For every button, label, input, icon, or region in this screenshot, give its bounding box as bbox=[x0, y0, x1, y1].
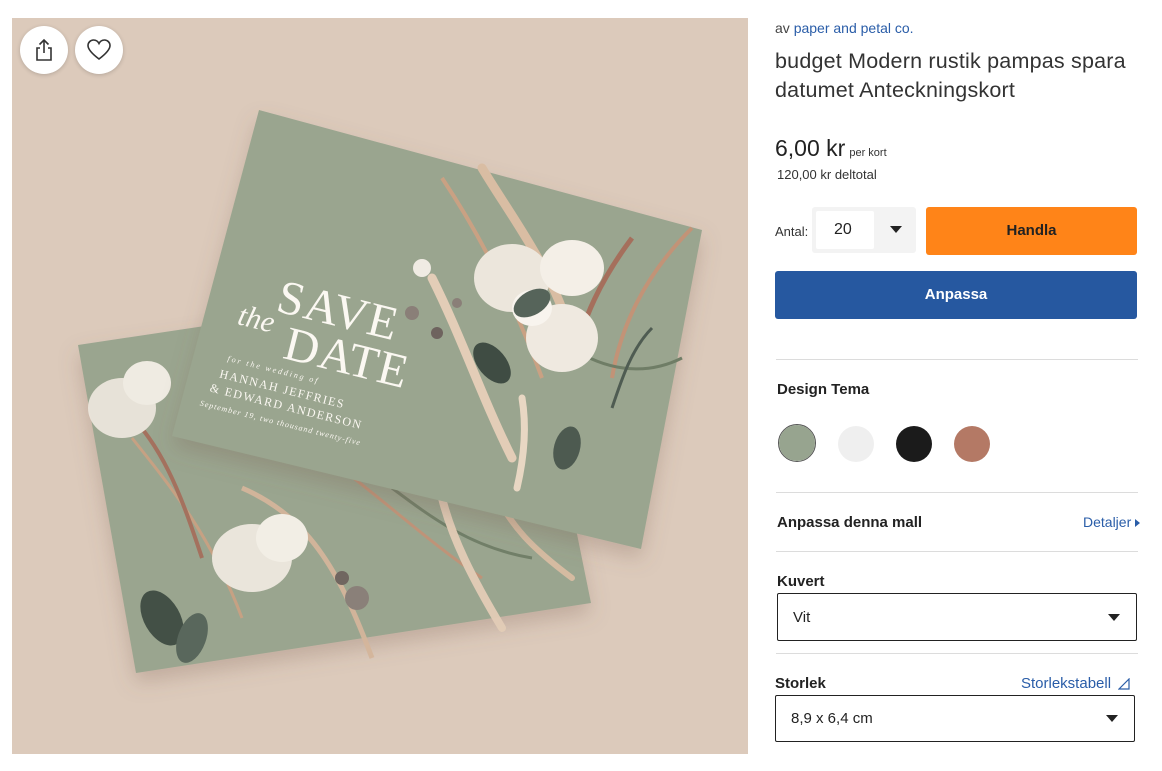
swatch-light-gray[interactable] bbox=[838, 426, 874, 462]
template-label: Anpassa denna mall bbox=[777, 514, 923, 531]
product-image[interactable]: SAVE the DATE for the wedding of HANNAH … bbox=[12, 18, 748, 754]
size-chart-link[interactable]: Storlekstabell bbox=[1021, 675, 1130, 692]
brand-prefix: av bbox=[775, 20, 790, 36]
buy-button[interactable]: Handla bbox=[926, 207, 1137, 255]
size-chart-label[interactable]: Storlekstabell bbox=[1021, 675, 1111, 692]
price-unit: per kort bbox=[849, 147, 887, 159]
size-select[interactable]: 8,9 x 6,4 cm bbox=[775, 695, 1135, 742]
caret-right-icon bbox=[1135, 519, 1141, 528]
details-link[interactable]: Detaljer bbox=[1083, 514, 1141, 530]
envelope-select[interactable]: Vit bbox=[777, 593, 1137, 641]
divider bbox=[776, 359, 1138, 360]
price-value: 6,00 kr bbox=[775, 135, 846, 161]
chevron-down-icon[interactable] bbox=[890, 226, 902, 233]
divider bbox=[776, 653, 1138, 654]
chevron-down-icon bbox=[1106, 715, 1118, 722]
swatch-sage[interactable] bbox=[779, 425, 815, 461]
size-value: 8,9 x 6,4 cm bbox=[791, 710, 873, 727]
size-label: Storlek bbox=[775, 675, 826, 692]
swatch-terracotta[interactable] bbox=[954, 426, 990, 462]
chevron-down-icon bbox=[1108, 614, 1120, 621]
design-theme-label: Design Tema bbox=[777, 381, 870, 398]
quantity-select[interactable]: 20 bbox=[812, 207, 916, 253]
quantity-label: Antal: bbox=[775, 224, 809, 239]
divider bbox=[776, 492, 1138, 493]
subtotal: 120,00 kr deltotal bbox=[777, 167, 877, 182]
card-illustration: SAVE the DATE for the wedding of HANNAH … bbox=[78, 110, 702, 673]
details-link-label[interactable]: Detaljer bbox=[1083, 514, 1131, 530]
share-icon bbox=[36, 38, 52, 61]
product-title: budget Modern rustik pampas spara datume… bbox=[775, 49, 1126, 102]
brand-link[interactable]: paper and petal co. bbox=[794, 20, 914, 36]
heart-icon bbox=[87, 39, 111, 61]
price: 6,00 kr per kort bbox=[775, 135, 887, 162]
ruler-icon bbox=[1117, 677, 1130, 690]
envelope-label: Kuvert bbox=[777, 573, 825, 590]
share-button[interactable] bbox=[20, 26, 68, 74]
quantity-value[interactable]: 20 bbox=[816, 211, 874, 249]
divider bbox=[776, 551, 1138, 552]
customize-button[interactable]: Anpassa bbox=[775, 271, 1137, 319]
favorite-button[interactable] bbox=[75, 26, 123, 74]
brand-line: av paper and petal co. bbox=[775, 20, 914, 36]
swatch-black[interactable] bbox=[896, 426, 932, 462]
envelope-value: Vit bbox=[793, 609, 811, 626]
